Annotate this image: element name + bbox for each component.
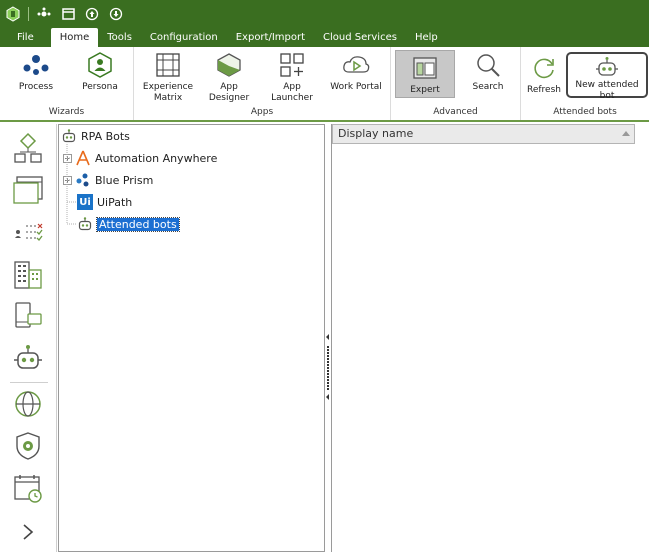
app-designer-icon: [214, 50, 244, 80]
tree-node-label: Automation Anywhere: [95, 151, 218, 165]
title-bar: [0, 0, 649, 28]
tree-node-label: Blue Prism: [95, 173, 154, 187]
tab-cloud-services[interactable]: Cloud Services: [314, 28, 406, 47]
ribbon-group-wizards: Process Persona Wizards: [0, 47, 134, 120]
app-designer-button[interactable]: App Designer: [200, 50, 258, 104]
apps-group-label: Apps: [250, 107, 274, 117]
wizards-group-label: Wizards: [48, 107, 85, 117]
upload-icon[interactable]: [83, 5, 101, 23]
scheduler-calendar-icon[interactable]: [8, 468, 48, 508]
process-button[interactable]: Process: [8, 50, 64, 93]
expert-button[interactable]: Expert: [395, 50, 455, 98]
column-header-label: Display name: [338, 127, 414, 140]
window-icon[interactable]: [59, 5, 77, 23]
tab-home[interactable]: Home: [50, 28, 99, 47]
robot-icon: [592, 56, 622, 78]
search-button[interactable]: Search: [461, 50, 515, 93]
forms-icon[interactable]: [8, 170, 48, 210]
process-flow-icon[interactable]: [8, 128, 48, 168]
matrix-icon: [153, 50, 183, 80]
tree-node-attended-bots[interactable]: Attended bots: [77, 214, 180, 234]
app-launcher-button[interactable]: App Launcher: [262, 50, 322, 104]
tab-file[interactable]: File: [0, 28, 51, 47]
tree-node-label: Attended bots: [96, 216, 180, 232]
download-icon[interactable]: [107, 5, 125, 23]
experience-matrix-button[interactable]: Experience Matrix: [140, 50, 196, 104]
sort-arrow-icon: [622, 131, 630, 136]
work-portal-button[interactable]: Work Portal: [328, 50, 384, 93]
attended-bots-group-label: Attended bots: [553, 107, 617, 117]
search-icon: [473, 50, 503, 80]
expand-rail-chevron-icon[interactable]: [8, 512, 48, 552]
tree-node-label: UiPath: [97, 195, 133, 209]
network-icon[interactable]: [35, 5, 53, 23]
menu-bar: File Home Tools Configuration Export/Imp…: [0, 28, 649, 47]
column-header-display-name[interactable]: Display name: [332, 124, 635, 144]
tab-export-import[interactable]: Export/Import: [227, 28, 314, 47]
persona-button[interactable]: Persona: [72, 50, 128, 93]
refresh-icon: [529, 53, 559, 83]
work-portal-icon: [341, 50, 371, 80]
title-separator: [28, 7, 29, 21]
tree-guide-lines: [66, 144, 77, 225]
globe-icon[interactable]: [8, 384, 48, 424]
security-gear-icon[interactable]: [8, 426, 48, 466]
ribbon-group-advanced: Expert Search Advanced: [391, 47, 521, 120]
advanced-group-label: Advanced: [433, 107, 478, 117]
new-attended-bot-button[interactable]: New attended bot: [566, 52, 648, 101]
bots-grid: Display name: [331, 124, 649, 552]
refresh-button[interactable]: Refresh: [525, 53, 563, 96]
app-logo-icon: [4, 5, 22, 23]
tab-tools[interactable]: Tools: [98, 28, 141, 47]
rpa-bot-icon[interactable]: [8, 338, 48, 378]
ribbon-group-attended-bots: Refresh New attended bot Attended bots: [521, 47, 649, 120]
ribbon-group-apps: Experience Matrix App Designer App Launc…: [134, 47, 391, 120]
rail-divider: [10, 382, 48, 383]
devices-icon[interactable]: [8, 296, 48, 336]
rpa-bots-tree: RPA Bots + Automation Anywhere + Blue Pr…: [58, 124, 325, 552]
left-nav-rail: [0, 124, 57, 552]
tab-help[interactable]: Help: [406, 28, 447, 47]
process-icon: [21, 50, 51, 80]
rules-checklist-icon[interactable]: [8, 212, 48, 252]
tab-configuration[interactable]: Configuration: [141, 28, 227, 47]
ribbon: Process Persona Wizards Experience Matri…: [0, 47, 649, 122]
organization-icon[interactable]: [8, 254, 48, 294]
expert-icon: [410, 53, 440, 83]
app-launcher-icon: [277, 50, 307, 80]
persona-icon: [85, 50, 115, 80]
